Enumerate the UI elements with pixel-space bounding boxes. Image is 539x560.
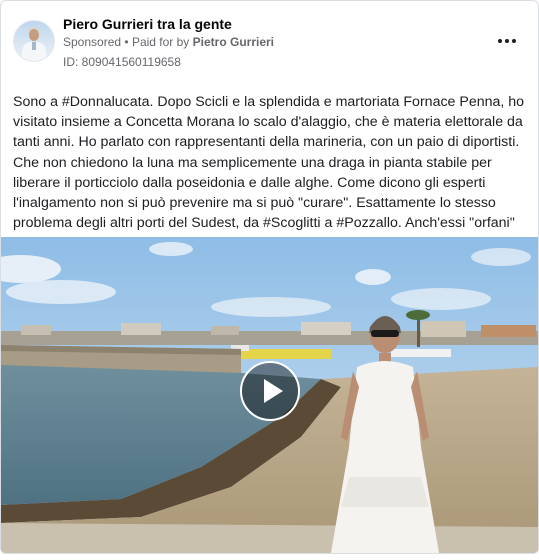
play-button[interactable] xyxy=(240,361,300,421)
more-options-button[interactable] xyxy=(495,30,519,52)
play-icon xyxy=(263,379,283,403)
ad-card: Piero Gurrieri tra la gente Sponsored • … xyxy=(0,0,539,554)
post-text: Sono a #Donnalucata. Dopo Scicli e la sp… xyxy=(13,94,525,251)
ellipsis-icon xyxy=(497,39,518,43)
paid-for-name: Pietro Gurrieri xyxy=(192,35,275,49)
sponsored-meta: Sponsored • Paid for by Pietro Gurrieri xyxy=(63,35,274,49)
paid-for-prefix: Paid for by xyxy=(131,35,190,49)
ad-id: ID: 809041560119658 xyxy=(63,55,181,69)
video-player[interactable] xyxy=(1,237,538,553)
sponsored-label: Sponsored xyxy=(63,35,122,49)
page-avatar[interactable] xyxy=(13,20,55,62)
meta-separator: • xyxy=(124,35,129,49)
page-name[interactable]: Piero Gurrieri tra la gente xyxy=(63,16,232,32)
